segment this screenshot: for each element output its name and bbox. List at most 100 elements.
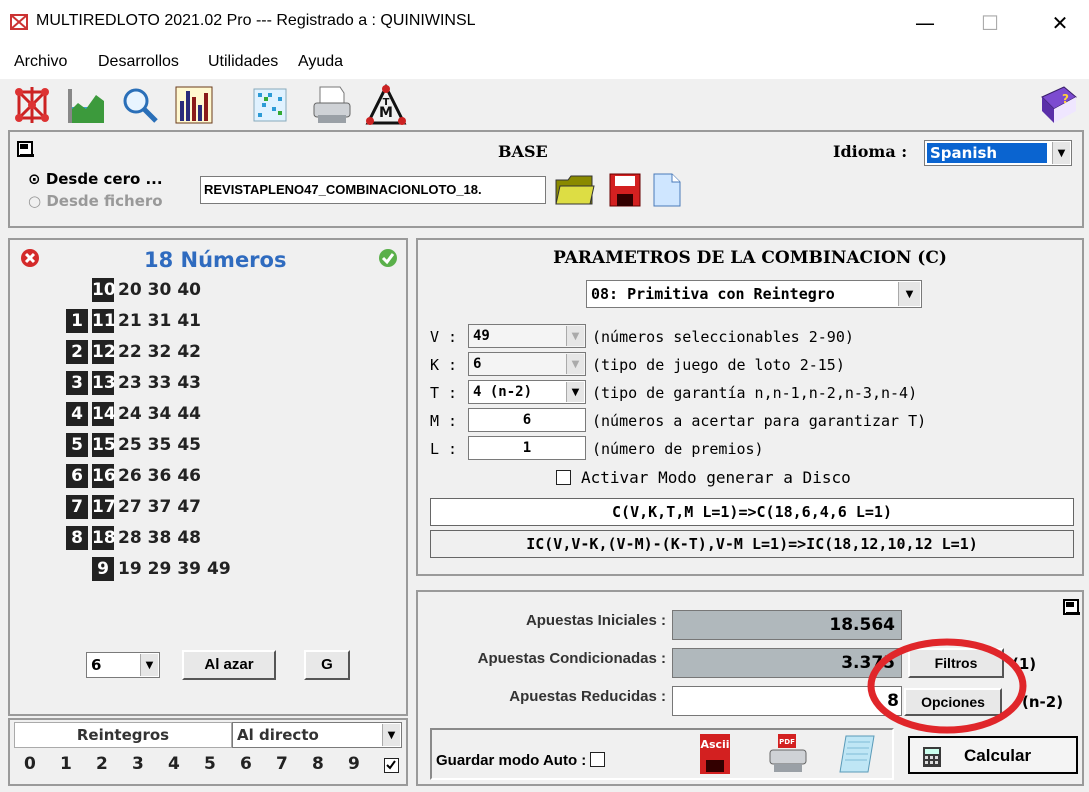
param-field[interactable]: 6 <box>468 408 586 432</box>
tm-icon[interactable]: M T <box>364 83 408 127</box>
opciones-button[interactable]: Opciones <box>904 688 1002 716</box>
reintegro-digit[interactable]: 9 <box>348 754 384 774</box>
number-unselected[interactable]: 43 <box>177 371 201 395</box>
close-button[interactable]: ✕ <box>1045 10 1075 36</box>
number-unselected[interactable]: 48 <box>177 526 201 550</box>
menu-utilidades[interactable]: Utilidades <box>208 53 278 71</box>
bar-chart-icon[interactable] <box>172 83 216 127</box>
reintegro-digit[interactable]: 2 <box>96 754 132 774</box>
al-azar-button[interactable]: Al azar <box>182 650 276 680</box>
number-unselected[interactable]: 26 <box>118 464 142 488</box>
printer-icon[interactable] <box>310 83 354 127</box>
reintegros-mode-select[interactable]: Al directo ▼ <box>232 722 402 748</box>
menu-ayuda[interactable]: Ayuda <box>298 53 343 71</box>
reintegro-digit[interactable]: 5 <box>204 754 240 774</box>
number-selected[interactable]: 17 <box>92 495 116 519</box>
maximize-button[interactable]: ☐ <box>975 10 1005 36</box>
number-selected[interactable]: 8 <box>66 526 88 550</box>
minimize-button[interactable]: — <box>910 10 940 36</box>
param-field[interactable]: 1 <box>468 436 586 460</box>
number-selected[interactable]: 11 <box>92 309 116 333</box>
number-selected[interactable]: 4 <box>66 402 88 426</box>
param-field[interactable]: 49 ▼ <box>468 324 586 348</box>
grid-icon[interactable] <box>248 83 292 127</box>
param-field[interactable]: 6 ▼ <box>468 352 586 376</box>
number-selected[interactable]: 13 <box>92 371 116 395</box>
number-unselected[interactable]: 20 <box>118 278 142 302</box>
number-unselected[interactable]: 22 <box>118 340 142 364</box>
calcular-button[interactable]: Calcular <box>908 736 1078 774</box>
network-icon[interactable] <box>10 83 54 127</box>
number-unselected[interactable]: 21 <box>118 309 142 333</box>
ascii-export-icon[interactable]: Ascii <box>698 732 732 776</box>
number-selected[interactable]: 6 <box>66 464 88 488</box>
number-unselected[interactable]: 42 <box>177 340 201 364</box>
number-unselected[interactable]: 34 <box>148 402 172 426</box>
guardar-option[interactable]: Guardar modo Auto : <box>436 752 606 769</box>
number-selected[interactable]: 3 <box>66 371 88 395</box>
number-unselected[interactable]: 45 <box>177 433 201 457</box>
reintegro-digit[interactable]: 7 <box>276 754 312 774</box>
number-unselected[interactable]: 32 <box>148 340 172 364</box>
number-selected[interactable]: 2 <box>66 340 88 364</box>
number-selected[interactable]: 5 <box>66 433 88 457</box>
param-field[interactable]: 4 (n-2) ▼ <box>468 380 586 404</box>
panel-doc-icon[interactable] <box>16 140 36 160</box>
number-selected[interactable]: 10 <box>92 278 116 302</box>
number-unselected[interactable]: 35 <box>148 433 172 457</box>
number-unselected[interactable]: 47 <box>177 495 201 519</box>
chart-icon[interactable] <box>64 83 108 127</box>
number-unselected[interactable]: 46 <box>177 464 201 488</box>
number-unselected[interactable]: 33 <box>148 371 172 395</box>
number-unselected[interactable]: 19 <box>118 557 142 581</box>
reintegro-digit[interactable]: 1 <box>60 754 96 774</box>
notepad-icon[interactable] <box>838 732 878 776</box>
number-selected[interactable]: 16 <box>92 464 116 488</box>
clear-red-icon[interactable] <box>20 248 40 268</box>
filtros-button[interactable]: Filtros <box>908 648 1004 678</box>
number-unselected[interactable]: 29 <box>148 557 172 581</box>
guardar-checkbox[interactable] <box>590 752 606 767</box>
number-selected[interactable]: 1 <box>66 309 88 333</box>
number-unselected[interactable]: 30 <box>148 278 172 302</box>
radio-desde-cero[interactable]: ⊙ Desde cero ... <box>28 170 163 188</box>
reintegro-digit[interactable]: 6 <box>240 754 276 774</box>
number-unselected[interactable]: 49 <box>207 557 231 581</box>
number-unselected[interactable]: 31 <box>148 309 172 333</box>
menu-desarrollos[interactable]: Desarrollos <box>98 53 179 71</box>
reintegro-digit[interactable]: 4 <box>168 754 204 774</box>
reintegros-checkbox[interactable] <box>384 758 399 773</box>
number-selected[interactable]: 12 <box>92 340 116 364</box>
menu-archivo[interactable]: Archivo <box>14 53 67 71</box>
check-green-icon[interactable] <box>378 248 398 268</box>
pdf-print-icon[interactable]: PDF <box>768 732 808 776</box>
number-unselected[interactable]: 39 <box>177 557 201 581</box>
number-unselected[interactable]: 40 <box>177 278 201 302</box>
number-unselected[interactable]: 23 <box>118 371 142 395</box>
file-path-input[interactable]: REVISTAPLENO47_COMBINACIONLOTO_18. <box>200 176 546 204</box>
disco-checkbox[interactable] <box>556 470 571 485</box>
number-unselected[interactable]: 25 <box>118 433 142 457</box>
folder-open-icon[interactable] <box>554 172 596 208</box>
number-unselected[interactable]: 36 <box>148 464 172 488</box>
new-document-icon[interactable] <box>652 172 682 208</box>
magnifier-icon[interactable] <box>118 83 162 127</box>
number-unselected[interactable]: 27 <box>118 495 142 519</box>
reintegro-digit[interactable]: 8 <box>312 754 348 774</box>
number-selected[interactable]: 14 <box>92 402 116 426</box>
number-unselected[interactable]: 24 <box>118 402 142 426</box>
g-button[interactable]: G <box>304 650 350 680</box>
number-unselected[interactable]: 28 <box>118 526 142 550</box>
number-unselected[interactable]: 38 <box>148 526 172 550</box>
game-select[interactable]: 08: Primitiva con Reintegro ▼ <box>586 280 922 308</box>
reintegro-digit[interactable]: 3 <box>132 754 168 774</box>
number-unselected[interactable]: 37 <box>148 495 172 519</box>
idioma-select[interactable]: Spanish ▼ <box>924 140 1072 166</box>
number-unselected[interactable]: 44 <box>177 402 201 426</box>
number-selected[interactable]: 7 <box>66 495 88 519</box>
number-selected[interactable]: 15 <box>92 433 116 457</box>
disco-option[interactable]: Activar Modo generar a Disco <box>556 468 851 487</box>
help-book-icon[interactable]: ? <box>1036 83 1080 127</box>
reintegro-digit[interactable]: 0 <box>24 754 60 774</box>
number-selected[interactable]: 18 <box>92 526 116 550</box>
